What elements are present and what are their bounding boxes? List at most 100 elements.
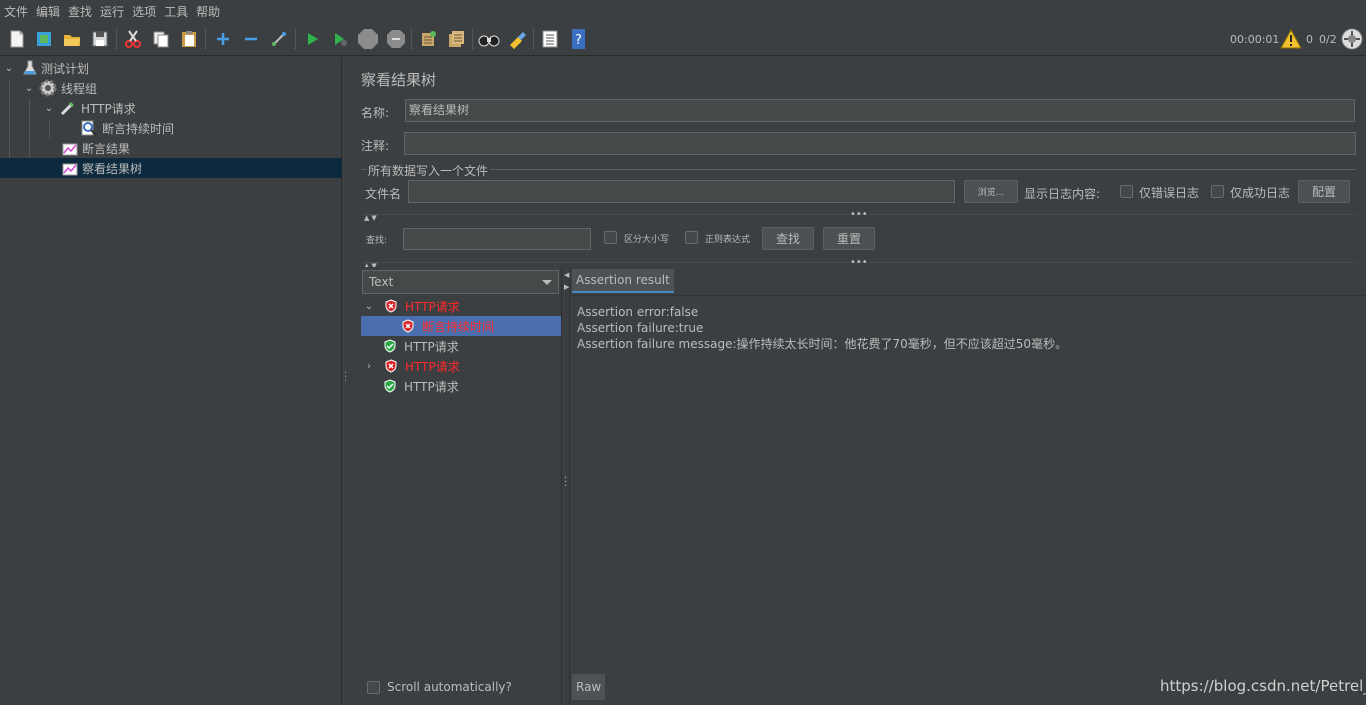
case-sensitive-checkbox[interactable] xyxy=(604,231,617,244)
search-label: 查找: xyxy=(366,236,388,246)
tree-item-duration-assertion[interactable]: 断言持续时间 xyxy=(0,118,342,138)
renderer-select[interactable]: Text xyxy=(362,270,559,294)
splitter-top[interactable]: ▲▼ ••• xyxy=(362,209,1357,222)
start-icon[interactable] xyxy=(300,27,324,51)
chevron-down-icon[interactable]: ⌄ xyxy=(43,98,55,118)
chevron-down-icon[interactable]: ⌄ xyxy=(23,78,35,98)
expand-icon[interactable] xyxy=(211,27,235,51)
result-row-label: HTTP请求 xyxy=(405,299,460,314)
tree-item-assertion-results[interactable]: 断言结果 xyxy=(0,138,342,158)
result-row[interactable]: ⌄ HTTP请求 xyxy=(361,296,561,316)
tab-assertion-result[interactable]: Assertion result xyxy=(572,269,674,293)
tree-item-test-plan[interactable]: ⌄ 测试计划 xyxy=(0,58,342,78)
expand-right-icon[interactable]: ▶ xyxy=(564,283,569,291)
tree-item-http-request[interactable]: ⌄ HTTP请求 xyxy=(0,98,342,118)
start-no-pause-icon[interactable] xyxy=(328,27,352,51)
tree-item-label: 察看结果树 xyxy=(82,161,143,176)
svg-text:?: ? xyxy=(575,33,582,48)
chevron-down-icon[interactable]: ⌄ xyxy=(3,58,15,78)
filename-label: 文件名 xyxy=(365,187,402,201)
result-detail-panel: Assertion result Assertion error:false A… xyxy=(570,267,1366,705)
menu-help[interactable]: 帮助 xyxy=(196,3,220,20)
save-icon[interactable] xyxy=(88,27,112,51)
copy-icon[interactable] xyxy=(149,27,173,51)
help-icon[interactable]: ? xyxy=(566,27,590,51)
gear-icon xyxy=(39,79,57,97)
pass-shield-icon xyxy=(383,339,397,353)
collapse-icon[interactable] xyxy=(239,27,263,51)
chevron-down-icon xyxy=(542,280,552,285)
result-row[interactable]: › HTTP请求 xyxy=(361,356,561,376)
function-helper-icon[interactable] xyxy=(538,27,562,51)
comment-label: 注释: xyxy=(361,139,390,153)
menu-options[interactable]: 选项 xyxy=(132,3,156,20)
errors-only-checkbox[interactable] xyxy=(1120,185,1133,198)
errors-only-label: 仅错误日志 xyxy=(1139,186,1200,200)
result-row[interactable]: HTTP请求 xyxy=(361,376,561,396)
page-title: 察看结果树 xyxy=(361,71,437,89)
regex-label: 正则表达式 xyxy=(705,235,751,245)
result-row[interactable]: 断言持续时间 xyxy=(361,316,561,336)
new-file-icon[interactable] xyxy=(5,27,29,51)
toggle-icon[interactable] xyxy=(267,27,291,51)
browse-button[interactable]: 浏览... xyxy=(964,180,1018,203)
configure-button[interactable]: 配置 xyxy=(1298,180,1350,203)
results-splitter[interactable]: ◀ ▶ · · · xyxy=(561,267,570,705)
clear-icon[interactable] xyxy=(416,27,440,51)
assertion-error-line: Assertion error:false xyxy=(577,305,699,319)
open-icon[interactable] xyxy=(60,27,84,51)
tab-raw[interactable]: Raw xyxy=(572,674,606,700)
templates-icon[interactable] xyxy=(32,27,56,51)
chart-icon xyxy=(62,140,78,156)
search-icon[interactable] xyxy=(477,27,501,51)
scroll-automatically-checkbox[interactable] xyxy=(367,680,380,694)
warning-icon[interactable] xyxy=(1280,29,1302,49)
tree-item-label: HTTP请求 xyxy=(81,101,136,116)
warning-count: 0 xyxy=(1306,32,1313,46)
main-splitter-grip[interactable]: · · · xyxy=(344,369,348,388)
comment-field[interactable] xyxy=(404,132,1356,155)
reset-button[interactable]: 重置 xyxy=(823,227,875,250)
fail-shield-icon xyxy=(384,359,398,373)
shutdown-icon[interactable] xyxy=(384,27,408,51)
elapsed-time: 00:00:01 xyxy=(1230,32,1280,46)
watermark: https://blog.csdn.net/Petrel_ xyxy=(1160,677,1366,695)
tree-item-thread-group[interactable]: ⌄ 线程组 xyxy=(0,78,342,98)
regex-checkbox[interactable] xyxy=(685,231,698,244)
fail-shield-icon xyxy=(401,319,415,333)
collapse-left-icon[interactable]: ◀ xyxy=(564,271,569,279)
result-row[interactable]: HTTP请求 xyxy=(361,336,561,356)
tree-item-label: 线程组 xyxy=(61,81,98,96)
menu-run[interactable]: 运行 xyxy=(100,3,124,20)
menu-edit[interactable]: 编辑 xyxy=(36,3,60,20)
search-input[interactable] xyxy=(403,228,591,250)
result-row-label: 断言持续时间 xyxy=(422,319,495,334)
menu-tools[interactable]: 工具 xyxy=(164,3,188,20)
splitter-grip-icon: · · · xyxy=(564,473,568,492)
chevron-down-icon[interactable]: ⌄ xyxy=(363,296,375,316)
stop-icon[interactable] xyxy=(356,27,380,51)
success-only-label: 仅成功日志 xyxy=(1230,186,1291,200)
chevron-right-icon[interactable]: › xyxy=(363,356,375,376)
cut-icon[interactable] xyxy=(121,27,145,51)
pass-shield-icon xyxy=(383,379,397,393)
menu-file[interactable]: 文件 xyxy=(4,3,28,20)
find-button[interactable]: 查找 xyxy=(762,227,814,250)
splitter-dots-icon: ••• xyxy=(850,209,868,220)
success-only-checkbox[interactable] xyxy=(1211,185,1224,198)
tree-item-label: 断言结果 xyxy=(82,141,131,156)
reset-search-icon[interactable] xyxy=(505,27,529,51)
filename-field[interactable] xyxy=(408,180,955,203)
name-field[interactable]: 察看结果树 xyxy=(405,99,1355,122)
menu-search[interactable]: 查找 xyxy=(68,3,92,20)
magnifier-doc-icon xyxy=(80,119,98,137)
tree-item-view-results-tree[interactable]: 察看结果树 xyxy=(0,158,342,178)
flask-icon xyxy=(23,60,37,76)
splitter-arrows-icon[interactable]: ▲▼ xyxy=(364,214,379,222)
pipette-icon xyxy=(59,99,77,117)
scroll-automatically-label: Scroll automatically? xyxy=(387,680,512,694)
case-sensitive-label: 区分大小写 xyxy=(624,235,670,245)
paste-icon[interactable] xyxy=(177,27,201,51)
clear-all-icon[interactable] xyxy=(444,27,468,51)
fail-shield-icon xyxy=(384,299,398,313)
